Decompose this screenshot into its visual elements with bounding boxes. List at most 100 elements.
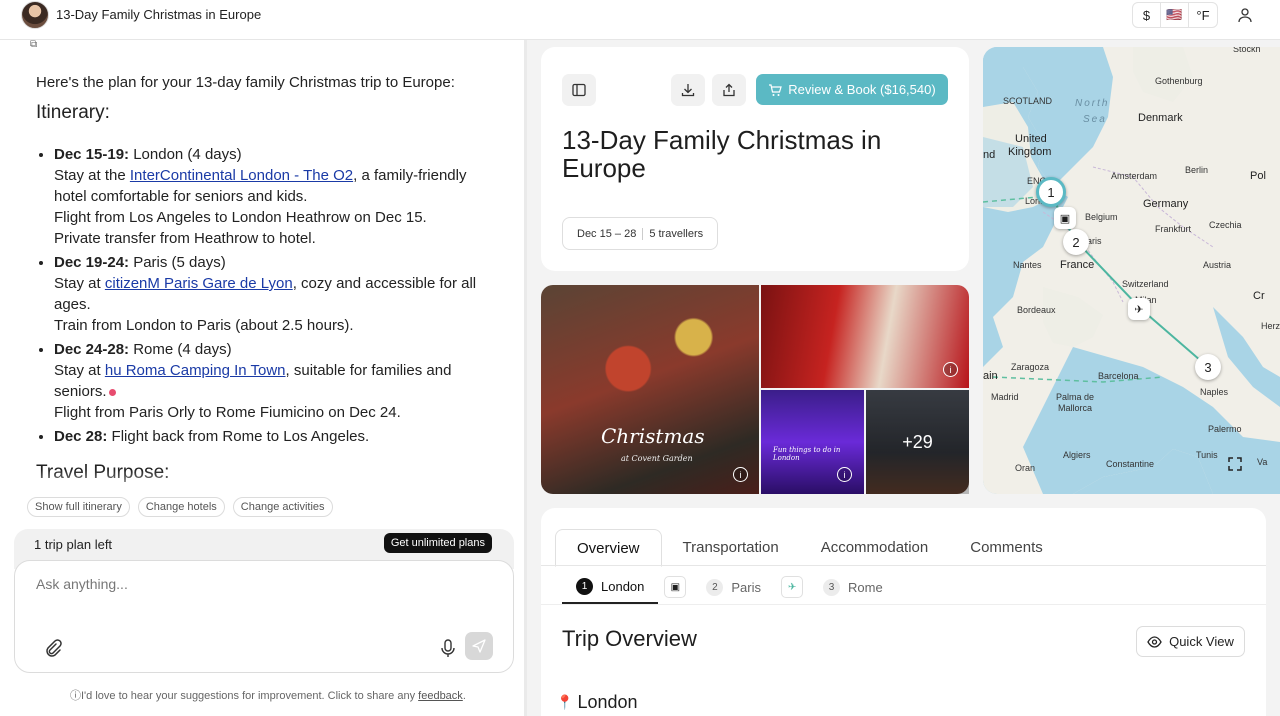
copy-icon[interactable]: ⧉ [30,39,37,50]
tab-transportation[interactable]: Transportation [662,529,800,567]
map-label: Bordeaux [1017,305,1056,315]
photo-script-text: Christmas [601,424,705,448]
currency-button[interactable]: $ [1133,3,1161,27]
itinerary-list: Dec 15-19: London (4 days) Stay at the In… [36,144,486,447]
settings-group: $ 🇺🇸 °F [1132,2,1218,28]
chip-change-activities[interactable]: Change activities [232,497,333,517]
trip-title: 13-Day Family Christmas in Europe [562,125,882,183]
train-icon[interactable]: ▣ [664,576,687,598]
photo-caption: Fun things to do in London [773,446,841,462]
plane-icon[interactable]: ✈ [781,576,804,598]
map-label: Pol [1250,170,1266,182]
user-menu-button[interactable] [1232,4,1258,26]
download-button[interactable] [671,74,705,106]
chat-panel: ⧉ Here's the plan for your 13-day family… [0,39,524,716]
chat-input[interactable]: Ask anything... [36,576,128,592]
trip-summary-card: Review & Book ($16,540) 13-Day Family Ch… [541,47,969,271]
map-label: Nantes [1013,260,1042,270]
chip-show-itinerary[interactable]: Show full itinerary [27,497,130,517]
details-tabs: Overview Transportation Accommodation Co… [555,529,1064,567]
overview-title: Trip Overview [562,626,697,651]
chat-fade [0,470,524,500]
tab-accommodation[interactable]: Accommodation [800,529,950,567]
map-label: Naples [1200,387,1229,397]
stop-rome[interactable]: 3 Rome [809,570,897,604]
avatar[interactable] [21,1,49,29]
itinerary-detail: Private transfer from Heathrow to hotel. [54,230,316,247]
trip-meta[interactable]: Dec 15 – 28 5 travellers [562,217,719,250]
chat-message: Here's the plan for your 13-day family C… [36,72,486,504]
flag-button[interactable]: 🇺🇸 [1161,3,1189,27]
map-label: North [1075,98,1110,109]
map-label: Va [1257,457,1268,467]
itinerary-detail: Stay at citizenM Paris Gare de Lyon, coz… [54,275,477,313]
stop-name: London [601,578,645,594]
photo-info-icon[interactable]: i [837,467,852,482]
stop-london[interactable]: 1 London [562,570,659,604]
photo-gallery: Christmas at Covent Garden i i Fun thing… [541,285,969,494]
itinerary-detail: Train from London to Paris (about 2.5 ho… [54,317,354,334]
itinerary-detail: Stay at the InterContinental London - Th… [54,167,467,205]
map-label: Denmark [1138,112,1183,124]
tabs-divider [541,565,1266,566]
feedback-note: ⓘI'd love to hear your suggestions for i… [70,690,466,702]
microphone-icon[interactable] [439,638,457,658]
photo-covent-garden[interactable]: Christmas at Covent Garden i [541,285,759,494]
map-label: Berlin [1185,165,1209,175]
photo-christmas-friends[interactable]: i [761,285,969,388]
stop-name: Rome [848,579,883,595]
tab-overview[interactable]: Overview [555,529,662,567]
map-plane-icon[interactable]: ✈ [1128,298,1150,320]
map-marker-1[interactable]: 1 [1036,177,1066,207]
map-label: United [1015,133,1047,145]
user-icon [1238,8,1252,23]
hotel-link[interactable]: InterContinental London - The O2 [130,167,353,184]
route-map[interactable]: Stockh Gothenburg SCOTLAND North Sea Denmark U… [983,47,1280,494]
map-marker-3[interactable]: 3 [1195,354,1221,380]
review-book-button[interactable]: Review & Book ($16,540) [756,74,948,105]
itinerary-date: Dec 28: [54,428,108,445]
map-label: Kingdom [1008,146,1052,158]
fullscreen-icon[interactable] [1228,457,1254,483]
map-label: Sea [1083,114,1107,125]
itinerary-item: Dec 15-19: London (4 days) Stay at the In… [54,144,486,249]
tab-comments[interactable]: Comments [949,529,1064,567]
photo-sub-text: at Covent Garden [621,454,693,463]
hotel-link[interactable]: hu Roma Camping In Town [105,362,286,379]
temperature-unit-button[interactable]: °F [1189,3,1217,27]
trip-travellers: 5 travellers [649,227,704,240]
map-train-icon[interactable]: ▣ [1054,207,1076,229]
map-label: Cr [1253,290,1265,302]
map-label: Palermo [1208,424,1242,434]
itinerary-item: Dec 19-24: Paris (5 days) Stay at citizen… [54,252,486,336]
stop-paris[interactable]: 2 Paris [692,570,775,604]
sidebar-toggle-button[interactable] [562,74,596,106]
photo-more[interactable]: +29 [866,390,969,494]
itinerary-date: Dec 15-19: [54,146,130,163]
share-icon [723,83,735,97]
download-icon [681,84,695,97]
page-title: 13-Day Family Christmas in Europe [56,7,262,22]
hotel-link[interactable]: citizenM Paris Gare de Lyon [105,275,293,292]
chip-change-hotels[interactable]: Change hotels [137,497,225,517]
feedback-link[interactable]: feedback [418,690,463,702]
quick-view-button[interactable]: Quick View [1136,626,1245,657]
itinerary-item: Dec 28: Flight back from Rome to Los Ang… [54,426,486,447]
photo-info-icon[interactable]: i [733,467,748,482]
stop-number: 3 [823,578,841,596]
attach-icon[interactable] [43,638,63,658]
map-label: Frankfurt [1155,224,1192,234]
share-button[interactable] [712,74,746,106]
photo-info-icon[interactable]: i [943,362,958,377]
stop-name: Paris [731,579,762,595]
more-photos-count: +29 [866,390,969,494]
map-marker-2[interactable]: 2 [1063,229,1089,255]
itinerary-place: Flight back from Rome to Los Angeles. [107,428,370,445]
trip-details-card: Overview Transportation Accommodation Co… [541,508,1266,716]
send-button[interactable] [465,632,493,660]
map-label: Tunis [1196,450,1218,460]
photo-london-guide[interactable]: Fun things to do in London i [761,390,864,494]
map-label: Switzerland [1122,279,1169,289]
itinerary-heading: Itinerary: [36,102,110,123]
get-unlimited-button[interactable]: Get unlimited plans [383,533,492,553]
